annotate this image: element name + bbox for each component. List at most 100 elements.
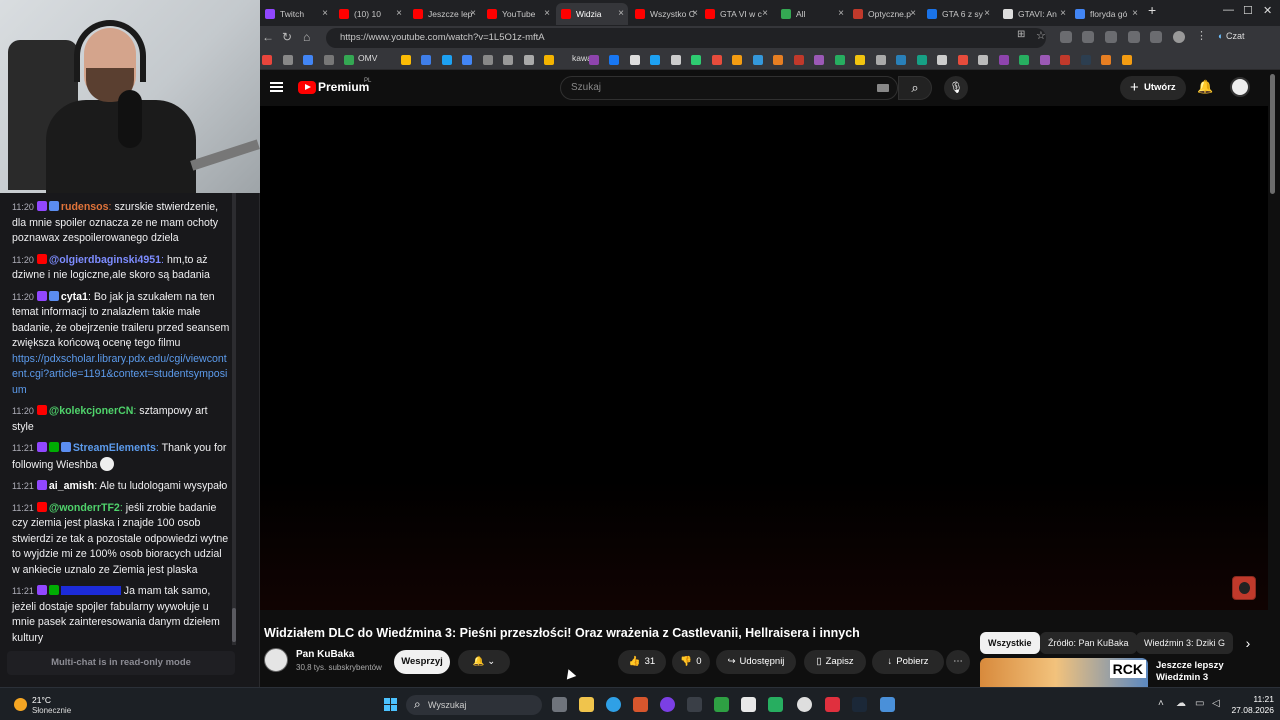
task-view-icon[interactable] (552, 697, 567, 712)
browser-tab[interactable]: Jeszcze lep × (408, 3, 480, 25)
chat-username[interactable]: ai_amish (49, 480, 94, 492)
bookmark-favicon-icon[interactable] (773, 55, 783, 65)
bookmark-favicon-icon[interactable] (937, 55, 947, 65)
app-icon[interactable] (741, 697, 756, 712)
install-app-icon[interactable]: ⊞ (1017, 29, 1029, 41)
chat-scrollbar[interactable] (232, 193, 236, 645)
bookmark-favicon-icon[interactable] (793, 55, 804, 65)
browser-tab[interactable]: Widzia × (556, 3, 628, 25)
support-button[interactable]: Wesprzyj (394, 650, 450, 674)
chat-username[interactable]: cyta1 (61, 291, 88, 303)
bookmark-favicon-icon[interactable] (957, 55, 968, 65)
browser-tab[interactable]: Wszystko C × (630, 3, 702, 25)
bookmark-favicon-icon[interactable] (855, 55, 865, 65)
bookmark-favicon-icon[interactable] (1101, 55, 1111, 65)
bookmark-favicon-icon[interactable] (732, 55, 742, 65)
chevron-up-icon[interactable]: ˄ (1158, 698, 1164, 709)
tab-close-icon[interactable]: × (910, 3, 916, 25)
bookmark-omv[interactable]: OMV (358, 53, 377, 63)
bookmark-favicon-icon[interactable] (1121, 55, 1132, 65)
sun-icon[interactable] (14, 698, 27, 711)
bookmark-favicon-icon[interactable] (978, 55, 988, 65)
chat-username[interactable]: @wonderrTF2 (49, 502, 120, 514)
bookmark-favicon-icon[interactable] (814, 55, 824, 65)
chat-username[interactable]: @olgierdbaginski4951 (49, 254, 161, 266)
tab-close-icon[interactable]: × (692, 3, 698, 25)
copilot-chat-button[interactable]: ◐ Czat (1218, 31, 1244, 41)
channel-avatar[interactable] (264, 648, 288, 672)
filter-chip[interactable]: Wszystkie (980, 632, 1040, 654)
keyboard-icon[interactable] (877, 84, 889, 92)
voice-search-button[interactable]: 🎙 (944, 76, 968, 100)
bookmark-favicon-icon[interactable] (1080, 55, 1091, 65)
youtube-logo-icon[interactable] (298, 81, 316, 94)
page-scrollbar-thumb[interactable] (1270, 74, 1275, 194)
chat-username[interactable]: rudensos (61, 201, 109, 213)
chat-scrollbar-thumb[interactable] (232, 608, 236, 642)
like-button[interactable]: 👍 31 (618, 650, 666, 674)
recommended-video-thumbnail[interactable]: RCK (980, 658, 1148, 687)
bookmark-favicon-icon[interactable] (629, 55, 640, 65)
download-button[interactable]: ↓ Pobierz (872, 650, 944, 674)
bookmark-favicon-icon[interactable] (282, 55, 293, 65)
home-icon[interactable]: ⌂ (303, 30, 310, 44)
browser-tab[interactable]: All × (776, 3, 848, 25)
bookmark-favicon-icon[interactable] (303, 55, 313, 65)
tab-close-icon[interactable]: × (396, 3, 402, 25)
xbox-icon[interactable] (714, 697, 729, 712)
bookmark-favicon-icon[interactable] (523, 55, 534, 65)
chat-link[interactable]: https://pdxscholar.library.pdx.edu/cgi/v… (12, 353, 227, 396)
app-icon[interactable] (768, 697, 783, 712)
app-icon[interactable] (633, 697, 648, 712)
extension-icon[interactable] (1105, 31, 1117, 43)
bookmark-favicon-icon[interactable] (462, 55, 472, 65)
search-input[interactable]: Szukaj (560, 76, 898, 100)
cloud-icon[interactable]: ☁ (1176, 698, 1186, 709)
tab-close-icon[interactable]: × (1060, 3, 1066, 25)
subscription-bell-button[interactable]: 🔔 ⌄ (458, 650, 510, 674)
bookmark-favicon-icon[interactable] (609, 55, 619, 65)
bookmark-star-icon[interactable]: ☆ (1036, 29, 1048, 42)
browser-tab[interactable]: floryda gó × (1070, 3, 1142, 25)
search-button[interactable]: ⌕ (898, 76, 932, 100)
filter-chip[interactable]: Źródło: Pan KuBaka (1040, 632, 1137, 654)
bookmark-favicon-icon[interactable] (1019, 55, 1029, 65)
dislike-button[interactable]: 👎 0 (672, 650, 710, 674)
page-scrollbar[interactable] (1268, 70, 1276, 687)
edge-icon[interactable] (606, 697, 621, 712)
menu-dots-icon[interactable]: ⋮ (1196, 29, 1208, 42)
obs-icon[interactable] (797, 697, 812, 712)
system-clock[interactable]: 11:21 27.08.2026 (1230, 694, 1274, 716)
bookmark-favicon-icon[interactable] (544, 55, 554, 65)
address-bar[interactable]: https://www.youtube.com/watch?v=1L5O1z-m… (326, 28, 1046, 48)
tab-close-icon[interactable]: × (984, 3, 990, 25)
extension-icon[interactable] (1060, 31, 1072, 43)
chat-username[interactable]: @kolekcjonerCN (49, 405, 134, 417)
start-button[interactable] (384, 698, 398, 712)
bookmark-favicon-icon[interactable] (344, 55, 354, 65)
create-button[interactable]: Utwórz (1120, 76, 1186, 100)
extension-icon[interactable] (1082, 31, 1094, 43)
bookmark-favicon-icon[interactable] (1039, 55, 1050, 65)
tab-close-icon[interactable]: × (322, 3, 328, 25)
tab-close-icon[interactable]: × (762, 3, 768, 25)
bookmark-favicon-icon[interactable] (875, 55, 886, 65)
bookmark-favicon-icon[interactable] (896, 55, 906, 65)
terminal-icon[interactable] (687, 697, 702, 712)
steam-icon[interactable] (852, 697, 867, 712)
save-button[interactable]: ▯ Zapisz (804, 650, 866, 674)
bookmark-favicon-icon[interactable] (691, 55, 701, 65)
browser-tab[interactable]: Optyczne.p × (848, 3, 920, 25)
bookmark-favicon-icon[interactable] (670, 55, 681, 65)
browser-tab[interactable]: YouTube × (482, 3, 554, 25)
bookmark-favicon-icon[interactable] (421, 55, 431, 65)
bookmark-favicon-icon[interactable] (1060, 55, 1070, 65)
account-avatar[interactable] (1230, 77, 1250, 97)
bookmark-favicon-icon[interactable] (441, 55, 452, 65)
chevron-right-icon[interactable]: › (1238, 632, 1258, 654)
video-player[interactable] (260, 106, 1268, 610)
bookmark-favicon-icon[interactable] (400, 55, 411, 65)
bookmark-favicon-icon[interactable] (752, 55, 763, 65)
file-explorer-icon[interactable] (579, 697, 594, 712)
tab-close-icon[interactable]: × (544, 3, 550, 25)
